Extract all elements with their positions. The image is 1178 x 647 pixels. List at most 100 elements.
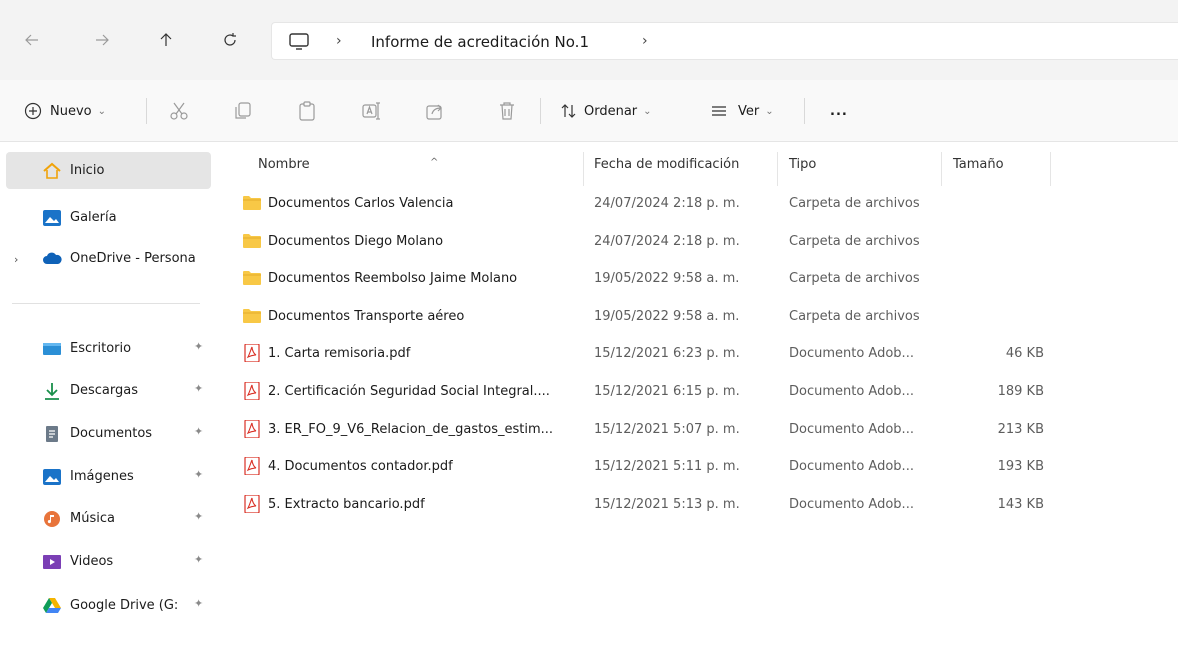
sidebar-item-videos[interactable]: Videos ✦ [6, 543, 211, 580]
pin-icon[interactable]: ✦ [194, 382, 203, 395]
file-name: Documentos Carlos Valencia [268, 196, 454, 211]
sidebar-item-documentos[interactable]: Documentos ✦ [6, 415, 211, 452]
file-type: Carpeta de archivos [789, 271, 920, 286]
file-date: 24/07/2024 2:18 p. m. [594, 196, 740, 211]
share-icon[interactable] [424, 100, 446, 122]
pin-icon[interactable]: ✦ [194, 468, 203, 481]
file-type: Carpeta de archivos [789, 309, 920, 324]
sidebar-item-galeria[interactable]: Galería [6, 199, 211, 236]
chevron-right-icon[interactable]: › [642, 33, 648, 49]
divider [804, 98, 805, 124]
sidebar-item-label: Descargas [70, 383, 139, 398]
pdf-icon [244, 420, 260, 438]
chevron-down-icon: ⌄ [643, 105, 652, 117]
command-bar: Nuevo ⌄ Ordenar ⌄ Ver ⌄ ... [0, 80, 1178, 142]
pin-icon[interactable]: ✦ [194, 340, 203, 353]
column-header-type[interactable]: Tipo [789, 157, 816, 172]
more-options-label: ... [830, 103, 848, 119]
pdf-icon [244, 495, 260, 513]
delete-icon[interactable] [496, 100, 518, 122]
file-row[interactable]: 2. Certificación Seguridad Social Integr… [232, 373, 1072, 410]
file-row[interactable]: 3. ER_FO_9_V6_Relacion_de_gastos_estim..… [232, 411, 1072, 448]
file-row[interactable]: Documentos Transporte aéreo 19/05/2022 9… [232, 298, 1072, 335]
new-button[interactable]: Nuevo ⌄ [24, 98, 106, 124]
file-row[interactable]: Documentos Reembolso Jaime Molano 19/05/… [232, 260, 1072, 297]
copy-icon[interactable] [232, 100, 254, 122]
download-icon [45, 383, 59, 400]
file-date: 15/12/2021 6:23 p. m. [594, 346, 740, 361]
sidebar-item-inicio[interactable]: Inicio [6, 152, 211, 189]
forward-button[interactable] [88, 26, 116, 54]
column-header-size[interactable]: Tamaño [953, 157, 1004, 172]
view-button[interactable]: Ver ⌄ [710, 98, 774, 124]
videos-icon [43, 555, 61, 569]
pin-icon[interactable]: ✦ [194, 425, 203, 438]
file-date: 15/12/2021 6:15 p. m. [594, 384, 740, 399]
sort-button-label: Ordenar [584, 103, 638, 119]
arrow-up-icon [160, 33, 172, 46]
file-row[interactable]: 5. Extracto bancario.pdf 15/12/2021 5:13… [232, 486, 1072, 523]
pin-icon[interactable]: ✦ [194, 510, 203, 523]
breadcrumb-current-folder[interactable]: Informe de acreditación No.1 [371, 33, 589, 51]
refresh-icon [224, 33, 236, 46]
column-header-name[interactable]: Nombre [258, 157, 310, 172]
file-row[interactable]: 1. Carta remisoria.pdf 15/12/2021 6:23 p… [232, 335, 1072, 372]
file-date: 24/07/2024 2:18 p. m. [594, 234, 740, 249]
file-date: 19/05/2022 9:58 a. m. [594, 271, 740, 286]
arrow-right-icon [96, 34, 109, 46]
desktop-icon [43, 343, 61, 355]
sidebar-item-label: Documentos [70, 426, 153, 441]
column-divider[interactable] [1050, 152, 1051, 186]
file-size: 143 KB [997, 497, 1044, 512]
file-name: Documentos Transporte aéreo [268, 309, 465, 324]
sidebar-item-label: Galería [70, 210, 117, 225]
more-options-button[interactable]: ... [830, 98, 848, 124]
column-divider[interactable] [941, 152, 942, 186]
home-icon [43, 162, 61, 179]
paste-icon[interactable] [296, 100, 318, 122]
up-button[interactable] [152, 26, 180, 54]
file-size: 46 KB [1005, 346, 1044, 361]
back-button[interactable] [18, 26, 46, 54]
file-name: 3. ER_FO_9_V6_Relacion_de_gastos_estim..… [268, 422, 554, 437]
sidebar-item-musica[interactable]: Música ✦ [6, 500, 211, 537]
cut-icon[interactable] [168, 100, 190, 122]
file-type: Documento Adob... [789, 384, 914, 399]
chevron-right-icon: › [336, 33, 342, 49]
refresh-button[interactable] [216, 26, 244, 54]
file-name: 2. Certificación Seguridad Social Integr… [268, 384, 550, 399]
file-row[interactable]: Documentos Carlos Valencia 24/07/2024 2:… [232, 185, 1072, 222]
sort-button[interactable]: Ordenar ⌄ [560, 98, 652, 124]
column-divider[interactable] [583, 152, 584, 186]
sidebar-item-escritorio[interactable]: Escritorio ✦ [6, 330, 211, 367]
sidebar-item-google-drive[interactable]: Google Drive (G: ✦ [6, 587, 211, 624]
file-type: Carpeta de archivos [789, 234, 920, 249]
column-header-date[interactable]: Fecha de modificación [594, 157, 739, 172]
new-button-label: Nuevo [50, 103, 92, 119]
column-divider[interactable] [777, 152, 778, 186]
sidebar-item-label: Escritorio [70, 341, 132, 356]
file-type: Documento Adob... [789, 459, 914, 474]
sidebar-item-onedrive[interactable]: OneDrive - Persona [6, 240, 211, 277]
pin-icon[interactable]: ✦ [194, 553, 203, 566]
chevron-down-icon: ⌄ [765, 105, 774, 117]
rename-icon[interactable] [360, 100, 382, 122]
pin-icon[interactable]: ✦ [194, 597, 203, 610]
file-row[interactable]: Documentos Diego Molano 24/07/2024 2:18 … [232, 223, 1072, 260]
divider [146, 98, 147, 124]
folder-icon [243, 271, 261, 285]
sidebar-item-imagenes[interactable]: Imágenes ✦ [6, 458, 211, 495]
file-row[interactable]: 4. Documentos contador.pdf 15/12/2021 5:… [232, 448, 1072, 485]
pdf-icon [244, 382, 260, 400]
file-size: 193 KB [997, 459, 1044, 474]
file-date: 15/12/2021 5:07 p. m. [594, 422, 740, 437]
sort-icon [561, 104, 576, 118]
sidebar-item-label: OneDrive - Persona [70, 251, 196, 266]
column-header-row: ^ Nombre Fecha de modificación Tipo Tama… [212, 146, 1052, 186]
file-name: Documentos Diego Molano [268, 234, 444, 249]
breadcrumb[interactable]: › Informe de acreditación No.1 › [271, 22, 1178, 60]
file-date: 15/12/2021 5:13 p. m. [594, 497, 740, 512]
sidebar-item-label: Videos [70, 554, 114, 569]
sidebar-item-descargas[interactable]: Descargas ✦ [6, 372, 211, 409]
folder-icon [243, 309, 261, 323]
